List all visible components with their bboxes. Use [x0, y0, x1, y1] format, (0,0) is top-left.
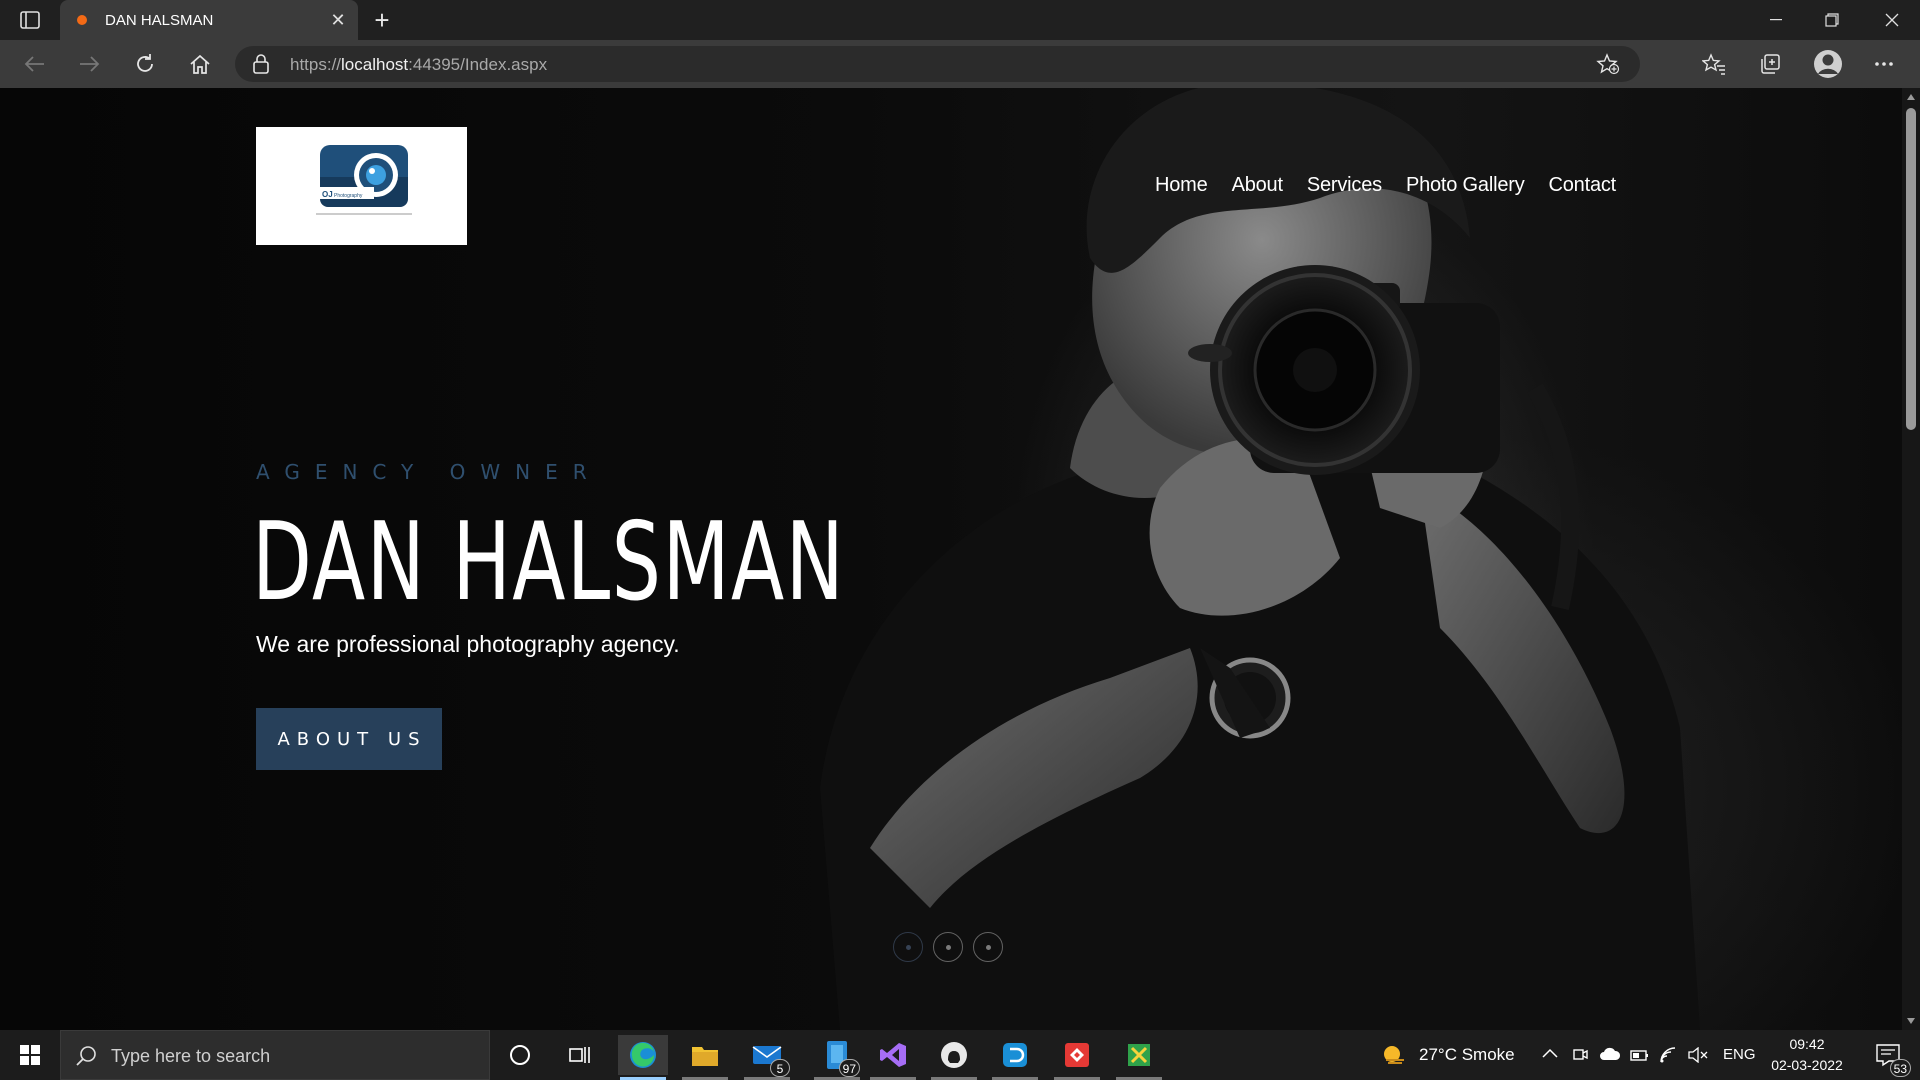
- back-icon[interactable]: [16, 48, 52, 80]
- hero-subline: We are professional photography agency.: [256, 631, 680, 657]
- chevron-up-icon[interactable]: [1542, 1048, 1558, 1058]
- slide-dot-2[interactable]: [933, 932, 963, 962]
- weather-icon[interactable]: [1382, 1044, 1406, 1066]
- clock-time: 09:42: [1789, 1036, 1825, 1052]
- add-favorite-icon[interactable]: [1590, 48, 1626, 80]
- home-icon[interactable]: [182, 48, 218, 80]
- restore-button[interactable]: [1804, 0, 1860, 40]
- nav-home[interactable]: Home: [1155, 174, 1208, 197]
- notification-center-icon[interactable]: 53: [1863, 1035, 1913, 1077]
- nav-contact[interactable]: Contact: [1549, 174, 1617, 197]
- store-app-icon[interactable]: 97: [812, 1035, 862, 1080]
- volume-muted-icon[interactable]: [1688, 1047, 1710, 1063]
- azure-data-studio-icon[interactable]: [990, 1035, 1040, 1080]
- page-hero: OJ Photography Home About Services Photo…: [0, 88, 1902, 1030]
- minimize-button[interactable]: [1748, 0, 1804, 40]
- screen: DAN HALSMAN ✕ + https://localhost:44395/…: [0, 0, 1920, 1080]
- search-icon: [76, 1046, 96, 1066]
- mail-icon[interactable]: 5: [742, 1035, 792, 1080]
- new-tab-button[interactable]: +: [368, 6, 396, 34]
- windows-taskbar: Type here to search 5 97 27°C Smoke ENG …: [0, 1030, 1920, 1080]
- app-badge: 97: [838, 1059, 860, 1077]
- browser-toolbar: https://localhost:44395/Index.aspx: [0, 40, 1920, 88]
- wifi-icon[interactable]: [1659, 1046, 1679, 1064]
- github-icon[interactable]: [929, 1035, 979, 1080]
- battery-icon[interactable]: [1630, 1047, 1650, 1063]
- anydesk-icon[interactable]: [1052, 1035, 1102, 1080]
- tab-title: DAN HALSMAN: [105, 12, 214, 29]
- camera-logo-icon: OJ Photography: [316, 145, 412, 215]
- meet-now-icon[interactable]: [1572, 1046, 1588, 1064]
- collections-icon[interactable]: [1752, 48, 1788, 80]
- cortana-icon[interactable]: [495, 1035, 545, 1075]
- hero-kicker: AGENCY OWNER: [256, 460, 602, 484]
- slider-dots: [893, 932, 1003, 962]
- nav-about[interactable]: About: [1232, 174, 1283, 197]
- windows-logo-icon: [20, 1045, 40, 1065]
- task-view-icon[interactable]: [555, 1035, 605, 1075]
- forward-icon[interactable]: [72, 48, 108, 80]
- more-options-icon[interactable]: [1866, 48, 1902, 80]
- search-placeholder: Type here to search: [111, 1046, 271, 1066]
- scroll-up-icon[interactable]: [1907, 94, 1915, 100]
- file-explorer-icon[interactable]: [680, 1035, 730, 1080]
- page-scrollbar[interactable]: [1902, 88, 1920, 1030]
- close-tab-icon[interactable]: ✕: [328, 10, 348, 30]
- tab-actions-icon[interactable]: [16, 9, 44, 31]
- mail-badge: 5: [770, 1059, 790, 1077]
- start-button[interactable]: [0, 1030, 60, 1080]
- weather-text[interactable]: 27°C Smoke: [1419, 1045, 1515, 1065]
- address-bar[interactable]: https://localhost:44395/Index.aspx: [235, 46, 1640, 82]
- visual-studio-icon[interactable]: [868, 1035, 918, 1080]
- profile-avatar-icon[interactable]: [1810, 48, 1846, 80]
- nav-services[interactable]: Services: [1307, 174, 1382, 197]
- main-nav: Home About Services Photo Gallery Contac…: [1155, 174, 1616, 197]
- photographer-hero-image: [820, 88, 1700, 1030]
- onedrive-cloud-icon[interactable]: [1599, 1047, 1621, 1061]
- browser-tab[interactable]: DAN HALSMAN ✕: [60, 0, 358, 40]
- slide-dot-3[interactable]: [973, 932, 1003, 962]
- clock-date: 02-03-2022: [1771, 1057, 1843, 1073]
- lock-icon[interactable]: [253, 54, 273, 74]
- snipping-tool-icon[interactable]: [1114, 1035, 1164, 1080]
- hero-headline: DAN HALSMAN: [252, 500, 846, 625]
- svg-text:OJ: OJ: [322, 190, 333, 199]
- notification-count: 53: [1889, 1059, 1911, 1077]
- close-window-button[interactable]: [1864, 0, 1920, 40]
- favorites-icon[interactable]: [1696, 48, 1732, 80]
- browser-titlebar: DAN HALSMAN ✕ +: [0, 0, 1920, 40]
- taskbar-search[interactable]: Type here to search: [60, 1030, 490, 1080]
- scroll-down-icon[interactable]: [1907, 1018, 1915, 1024]
- edge-browser-icon[interactable]: [618, 1035, 668, 1080]
- url-text[interactable]: https://localhost:44395/Index.aspx: [290, 55, 547, 75]
- slide-dot-1[interactable]: [893, 932, 923, 962]
- taskbar-clock[interactable]: 09:42 02-03-2022: [1762, 1034, 1852, 1076]
- language-indicator[interactable]: ENG: [1723, 1046, 1756, 1063]
- nav-photo-gallery[interactable]: Photo Gallery: [1406, 174, 1525, 197]
- svg-text:Photography: Photography: [334, 193, 363, 199]
- tab-favicon-icon: [77, 15, 87, 25]
- site-logo[interactable]: OJ Photography: [256, 127, 467, 245]
- scroll-thumb[interactable]: [1906, 108, 1916, 430]
- refresh-icon[interactable]: [127, 48, 163, 80]
- about-us-button[interactable]: ABOUT US: [256, 708, 442, 770]
